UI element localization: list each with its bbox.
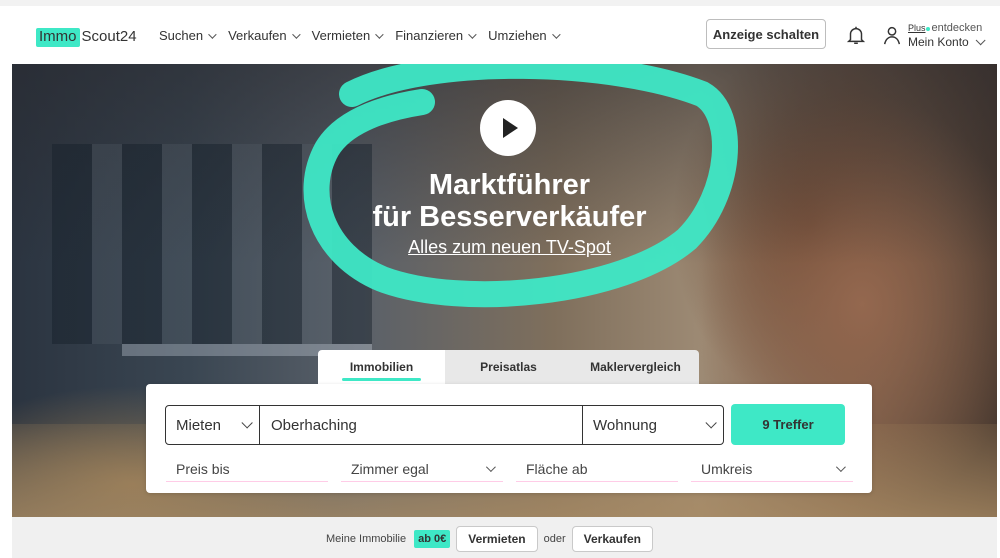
nav-suchen[interactable]: Suchen: [159, 28, 217, 43]
oder-text: oder: [543, 533, 566, 545]
meine-immobilie-text: Meine Immobilie: [326, 533, 407, 545]
hero-title-line1: Marktführer: [428, 169, 591, 201]
nav-verkaufen-label: Verkaufen: [228, 28, 287, 43]
account-menu[interactable]: Plus entdecken Mein Konto: [908, 21, 986, 49]
plus-label: Plus: [908, 23, 926, 33]
nav-finanzieren[interactable]: Finanzieren: [395, 28, 477, 43]
zimmer-filter-label: Zimmer egal: [351, 460, 429, 477]
mein-konto-label: Mein Konto: [908, 35, 969, 49]
site-header: Immo Scout24 Suchen Verkaufen Vermieten …: [0, 6, 1000, 64]
search-panel: Mieten Oberhaching Wohnung 9 Treffer Pre…: [146, 384, 872, 493]
owner-promo: Meine Immobilie ab 0€ Vermieten oder Ver…: [326, 526, 654, 552]
umkreis-filter[interactable]: Umkreis: [691, 456, 853, 482]
tab-preisatlas[interactable]: Preisatlas: [445, 350, 572, 384]
chevron-down-icon: [551, 29, 561, 39]
price-badge: ab 0€: [414, 530, 451, 548]
play-video-button[interactable]: [480, 100, 536, 156]
mode-select-value: Mieten: [176, 416, 222, 434]
hero-title-line2: für Besserverkäufer: [372, 201, 647, 233]
search-box: Mieten Oberhaching Wohnung: [165, 405, 724, 445]
nav-suchen-label: Suchen: [159, 28, 204, 43]
anzeige-schalten-button[interactable]: Anzeige schalten: [706, 19, 826, 49]
chevron-down-icon: [468, 29, 477, 39]
logo-scout-text: Scout24: [81, 28, 137, 45]
plus-dot-icon: [925, 27, 930, 31]
immoscout24-logo[interactable]: Immo Scout24: [36, 27, 137, 47]
chevron-down-icon: [208, 29, 217, 39]
logo-immo-text: Immo: [36, 27, 80, 47]
verkaufen-button[interactable]: Verkaufen: [571, 526, 654, 552]
location-input[interactable]: Oberhaching: [260, 406, 583, 444]
main-nav: Suchen Verkaufen Vermieten Finanzieren U…: [159, 28, 572, 43]
mode-select[interactable]: Mieten: [166, 406, 260, 444]
umkreis-filter-label: Umkreis: [701, 460, 753, 477]
nav-umziehen-label: Umziehen: [488, 28, 547, 43]
chevron-down-icon: [705, 417, 717, 429]
tv-spot-link[interactable]: Alles zum neuen TV-Spot: [312, 237, 707, 258]
play-icon: [502, 118, 518, 138]
chevron-down-icon: [291, 29, 301, 39]
chevron-down-icon: [485, 462, 496, 473]
nav-vermieten[interactable]: Vermieten: [311, 28, 384, 43]
chevron-down-icon: [375, 29, 384, 39]
search-tabs: Immobilien Preisatlas Maklervergleich: [318, 350, 699, 384]
mein-konto[interactable]: Mein Konto: [908, 34, 986, 49]
zimmer-filter[interactable]: Zimmer egal: [341, 456, 503, 482]
bell-icon[interactable]: [845, 24, 867, 46]
tab-immobilien[interactable]: Immobilien: [318, 350, 445, 384]
chevron-down-icon: [975, 34, 986, 45]
nav-umziehen[interactable]: Umziehen: [488, 28, 561, 43]
preis-filter-label: Preis bis: [176, 460, 230, 477]
owner-promo-bar: Meine Immobilie ab 0€ Vermieten oder Ver…: [12, 517, 997, 558]
nav-finanzieren-label: Finanzieren: [395, 28, 464, 43]
entdecken-label: entdecken: [931, 22, 983, 34]
flaeche-filter-label: Fläche ab: [526, 460, 588, 477]
property-type-select[interactable]: Wohnung: [583, 406, 723, 444]
vermieten-button[interactable]: Vermieten: [456, 526, 538, 552]
hero-title: Marktführer für Besserverkäufer: [312, 169, 707, 233]
plus-entdecken[interactable]: Plus entdecken: [908, 21, 982, 35]
tab-maklervergleich[interactable]: Maklervergleich: [572, 350, 699, 384]
chevron-down-icon: [241, 417, 253, 429]
property-type-value: Wohnung: [593, 416, 657, 434]
preis-filter[interactable]: Preis bis: [166, 456, 328, 482]
chevron-down-icon: [835, 462, 846, 473]
nav-vermieten-label: Vermieten: [311, 28, 371, 43]
nav-verkaufen[interactable]: Verkaufen: [228, 28, 301, 43]
user-icon[interactable]: [881, 24, 903, 46]
show-results-button[interactable]: 9 Treffer: [731, 404, 845, 445]
flaeche-filter[interactable]: Fläche ab: [516, 456, 678, 482]
